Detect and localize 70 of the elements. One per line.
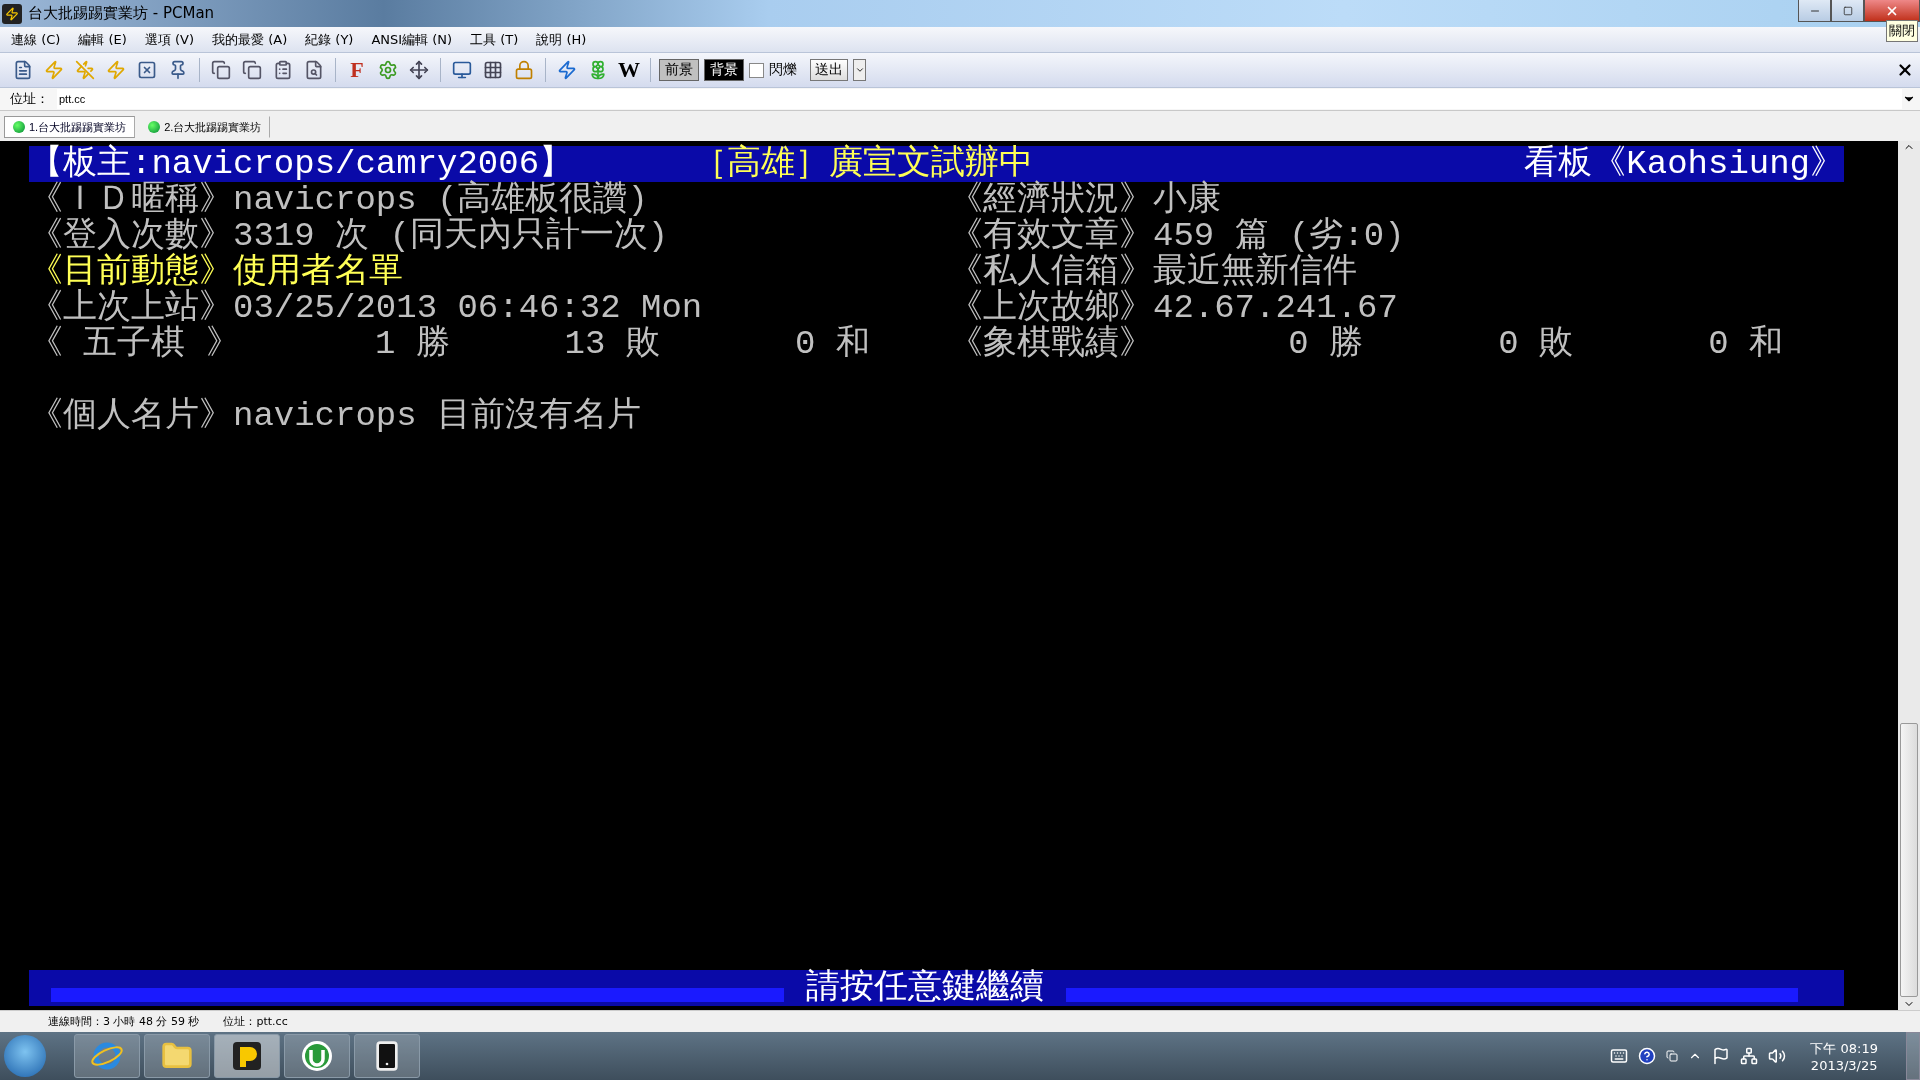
tooltip: 關閉 [1886, 20, 1918, 42]
caret-icon [854, 65, 865, 75]
field-label: 《上次上站》 [29, 290, 233, 326]
field-value: 最近無新信件 [1153, 254, 1357, 290]
volume-icon[interactable] [1768, 1047, 1787, 1065]
field-label: 《登入次數》 [29, 218, 233, 254]
field-value: 42.67.241.67 [1153, 290, 1398, 326]
menu-item[interactable]: 連線 (C) [2, 30, 70, 49]
address-label: 位址： [10, 90, 49, 108]
address-field[interactable]: ptt.cc [57, 89, 1902, 109]
menu-item[interactable]: 工具 (T) [461, 30, 528, 49]
app-icon [2, 3, 22, 24]
field-label: 《目前動態》 [29, 254, 233, 290]
menu-item[interactable]: 選項 (V) [135, 30, 204, 49]
field-label: 《上次故鄉》 [949, 290, 1153, 326]
board-text: 看板《Kaohsiung》 [1524, 146, 1844, 182]
notice-text: ［高雄］廣宣文試辦中 [693, 146, 1034, 182]
window-title: 台大批踢踢實業坊 - PCMan [28, 4, 215, 23]
stat-value: 0 敗 [1497, 326, 1573, 362]
menu-item[interactable]: ANSI編輯 (N) [362, 30, 462, 49]
field-value: 03/25/2013 06:46:32 Mon [233, 290, 703, 326]
torrent-icon[interactable] [284, 1034, 350, 1078]
color-button[interactable]: 背景 [704, 59, 744, 81]
tab[interactable]: 1.台大批踢踢實業坊 [4, 116, 136, 138]
stat-value: 0 勝 [1287, 326, 1363, 362]
field-label: 《 五子棋 》 [29, 326, 240, 362]
network-icon[interactable] [1740, 1047, 1759, 1065]
checkbox-label: 閃爍 [769, 61, 797, 79]
scrollbar[interactable] [1898, 141, 1920, 1010]
close-button[interactable] [1864, 0, 1920, 22]
field-label: 《象棋戰績》 [949, 326, 1153, 362]
status-dot-icon [13, 121, 25, 133]
menu-item[interactable]: 編輯 (E) [69, 30, 136, 49]
stat-value: 0 和 [794, 326, 870, 362]
minimize-button[interactable] [1798, 0, 1831, 22]
clock[interactable]: 下午 08:19 2013/3/25 [1810, 1039, 1878, 1073]
menu-item[interactable]: 我的最愛 (A) [203, 30, 297, 49]
field-value: 使用者名單 [233, 254, 403, 290]
flag-icon[interactable] [1712, 1047, 1731, 1065]
close-icon[interactable] [1896, 61, 1914, 79]
folder-icon[interactable] [144, 1034, 210, 1078]
status-text: 連線時間：3 小時 48 分 59 秒 [48, 1014, 200, 1029]
status-text: 位址：ptt.cc [223, 1014, 288, 1029]
start-button[interactable] [4, 1035, 46, 1077]
keyboard-icon[interactable] [1610, 1047, 1629, 1065]
help-icon[interactable] [1638, 1047, 1657, 1065]
maximize-button[interactable] [1831, 0, 1864, 22]
stat-value: 13 敗 [563, 326, 660, 362]
field-label: 《有效文章》 [949, 218, 1153, 254]
tab[interactable]: 2.台大批踢踢實業坊 [139, 116, 271, 138]
field-label: 《個人名片》 [29, 398, 233, 434]
field-value: 小康 [1153, 182, 1221, 218]
prompt-text: 請按任意鍵繼續 [804, 970, 1045, 1006]
browser-icon[interactable] [74, 1034, 140, 1078]
field-value: navicrops 目前沒有名片 [233, 398, 642, 434]
menu-item[interactable]: 紀錄 (Y) [296, 30, 363, 49]
phone-icon[interactable] [354, 1034, 420, 1078]
blink-checkbox[interactable] [749, 62, 764, 78]
color-button[interactable]: 前景 [659, 59, 699, 81]
stat-value: 1 勝 [374, 326, 450, 362]
stat-value: 0 和 [1707, 326, 1783, 362]
field-value: 3319 次 (同天內只計一次) [233, 218, 669, 254]
field-label: 《私人信箱》 [949, 254, 1153, 290]
status-dot-icon [148, 121, 161, 133]
field-label: 《ＩＤ暱稱》 [29, 182, 233, 218]
windows-icon[interactable] [1666, 1050, 1679, 1062]
maximize-icon [1842, 5, 1853, 16]
send-button[interactable]: 送出 [810, 59, 848, 81]
menu-item[interactable]: 說明 (H) [527, 30, 596, 49]
dropdown-button[interactable] [853, 59, 866, 81]
